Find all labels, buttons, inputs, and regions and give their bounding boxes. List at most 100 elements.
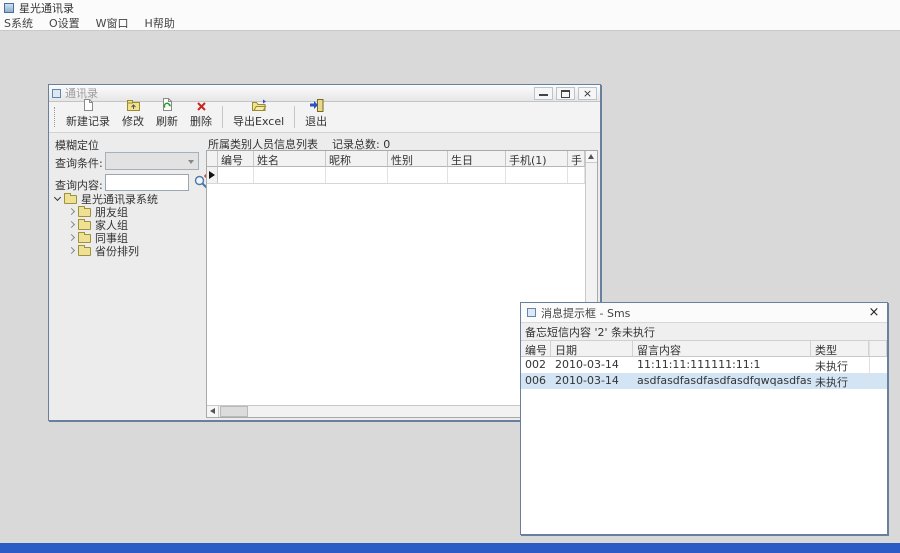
addressbook-window-icon (52, 89, 61, 98)
column-header-partial[interactable]: 手 (568, 151, 585, 167)
scroll-up-button[interactable] (586, 151, 597, 163)
sms-dialog-titlebar[interactable]: 消息提示框 - Sms × (521, 303, 887, 323)
chevron-down-icon (188, 160, 194, 164)
taskbar[interactable] (0, 543, 900, 553)
sms-cell-id: 002 (521, 357, 551, 373)
menu-item-window[interactable]: W窗口 (94, 15, 135, 32)
menu-item-help[interactable]: H帮助 (143, 15, 181, 32)
refresh-button[interactable]: 刷新 (150, 103, 184, 131)
toolbar-separator (294, 106, 295, 128)
column-header-gender[interactable]: 性别 (388, 151, 448, 167)
new-record-icon (81, 98, 95, 112)
maximize-icon (561, 90, 570, 98)
tree-collapsed-icon[interactable] (68, 208, 75, 215)
folder-icon (78, 247, 91, 256)
folder-icon (78, 221, 91, 230)
tree-collapsed-icon[interactable] (68, 221, 75, 228)
tree-item-family[interactable]: 家人组 (55, 218, 204, 231)
sms-cell-filler (869, 373, 887, 389)
modify-icon (126, 99, 141, 112)
grid-corner-cell (207, 151, 218, 167)
arrow-up-icon (588, 154, 594, 159)
minimize-icon (539, 94, 548, 96)
scroll-left-button[interactable] (207, 406, 219, 417)
sms-dialog: 消息提示框 - Sms × 备忘短信内容 '2' 条未执行 编号 日期 留言内容… (520, 302, 888, 535)
horizontal-scroll-thumb[interactable] (220, 406, 248, 417)
delete-label: 删除 (190, 113, 212, 129)
refresh-icon (160, 98, 174, 112)
query-content-input[interactable] (105, 174, 189, 191)
column-header-nickname[interactable]: 昵称 (326, 151, 388, 167)
sms-column-date[interactable]: 日期 (551, 341, 633, 356)
modify-label: 修改 (122, 113, 144, 129)
maximize-button[interactable] (556, 87, 575, 100)
grid-cell (388, 167, 448, 183)
tree-item-province[interactable]: 省份排列 (55, 244, 204, 257)
tree-item-friends[interactable]: 朋友组 (55, 205, 204, 218)
sms-cell-date: 2010-03-14 (551, 373, 633, 389)
column-header-id[interactable]: 编号 (218, 151, 254, 167)
app-titlebar[interactable]: 星光通讯录 (0, 0, 900, 16)
grid-header: 编号 姓名 昵称 性别 生日 手机(1) 手 (207, 151, 585, 167)
record-total: 记录总数: 0 (332, 136, 390, 149)
menubar: S系统 O设置 W窗口 H帮助 (0, 16, 900, 31)
exit-label: 退出 (305, 113, 327, 129)
toolbar-grip[interactable] (54, 107, 55, 127)
current-row-marker-icon (209, 171, 215, 179)
tree-root-row[interactable]: 星光通讯录系统 (55, 192, 204, 205)
menu-item-settings[interactable]: O设置 (47, 15, 86, 32)
app-window-icon (4, 3, 14, 13)
sms-cell-id: 006 (521, 373, 551, 389)
menu-item-system[interactable]: S系统 (2, 15, 39, 32)
sms-cell-content: 11:11:11:111111:11:1 (633, 357, 811, 373)
sms-message-label: 备忘短信内容 '2' 条未执行 (521, 323, 887, 341)
sms-row-selected[interactable]: 006 2010-03-14 asdfasdfasdfasdfasdfqwqas… (521, 373, 887, 389)
new-record-button[interactable]: 新建记录 (60, 103, 116, 131)
column-header-birthday[interactable]: 生日 (448, 151, 506, 167)
sms-cell-date: 2010-03-14 (551, 357, 633, 373)
folder-icon (78, 234, 91, 243)
tree-collapsed-icon[interactable] (68, 234, 75, 241)
delete-button[interactable]: 删除 (184, 103, 218, 131)
fuzzy-locate-title: 模糊定位 (55, 137, 99, 153)
exit-button[interactable]: 退出 (299, 103, 333, 131)
minimize-button[interactable] (534, 87, 553, 100)
modify-button[interactable]: 修改 (116, 103, 150, 131)
grid-caption-row: 所属类别人员信息列表 记录总数: 0 (206, 134, 598, 149)
grid-cell (568, 167, 585, 183)
sms-cell-type: 未执行 (811, 357, 869, 373)
query-condition-label: 查询条件: (55, 155, 103, 171)
sms-cell-filler (869, 357, 887, 373)
close-button[interactable]: × (578, 87, 597, 100)
toolbar: 新建记录 修改 刷新 删除 (49, 102, 600, 133)
left-panel: 模糊定位 查询条件: 查询内容: (49, 134, 206, 420)
tree-collapsed-icon[interactable] (68, 247, 75, 254)
grid-cell (254, 167, 326, 183)
addressbook-window: 通讯录 × 新建记录 修改 (48, 84, 601, 421)
sms-dialog-close-button[interactable]: × (867, 306, 881, 319)
folder-icon (64, 195, 77, 204)
column-header-name[interactable]: 姓名 (254, 151, 326, 167)
group-tree: 星光通讯录系统 朋友组 家人组 同事组 (55, 192, 204, 257)
tree-expanded-icon[interactable] (54, 193, 61, 200)
sms-column-filler (869, 341, 887, 356)
refresh-label: 刷新 (156, 113, 178, 129)
sms-column-type[interactable]: 类型 (811, 341, 869, 356)
new-record-label: 新建记录 (66, 113, 110, 129)
query-condition-combobox[interactable] (105, 152, 199, 170)
folder-icon (78, 208, 91, 217)
sms-column-id[interactable]: 编号 (521, 341, 551, 356)
sms-cell-type: 未执行 (811, 373, 869, 389)
export-excel-label: 导出Excel (233, 113, 284, 129)
grid-empty-row[interactable] (207, 167, 585, 184)
tree-item-label: 省份排列 (95, 243, 139, 259)
grid-caption: 所属类别人员信息列表 (208, 136, 318, 149)
arrow-left-icon (210, 408, 215, 414)
sms-row[interactable]: 002 2010-03-14 11:11:11:111111:11:1 未执行 (521, 357, 887, 373)
export-excel-button[interactable]: 导出Excel (227, 103, 290, 131)
delete-icon (196, 101, 207, 112)
sms-cell-content: asdfasdfasdfasdfasdfqwqasdfasdfasdfasd (633, 373, 811, 389)
close-icon: × (579, 88, 596, 100)
sms-column-content[interactable]: 留言内容 (633, 341, 811, 356)
column-header-mobile1[interactable]: 手机(1) (506, 151, 568, 167)
